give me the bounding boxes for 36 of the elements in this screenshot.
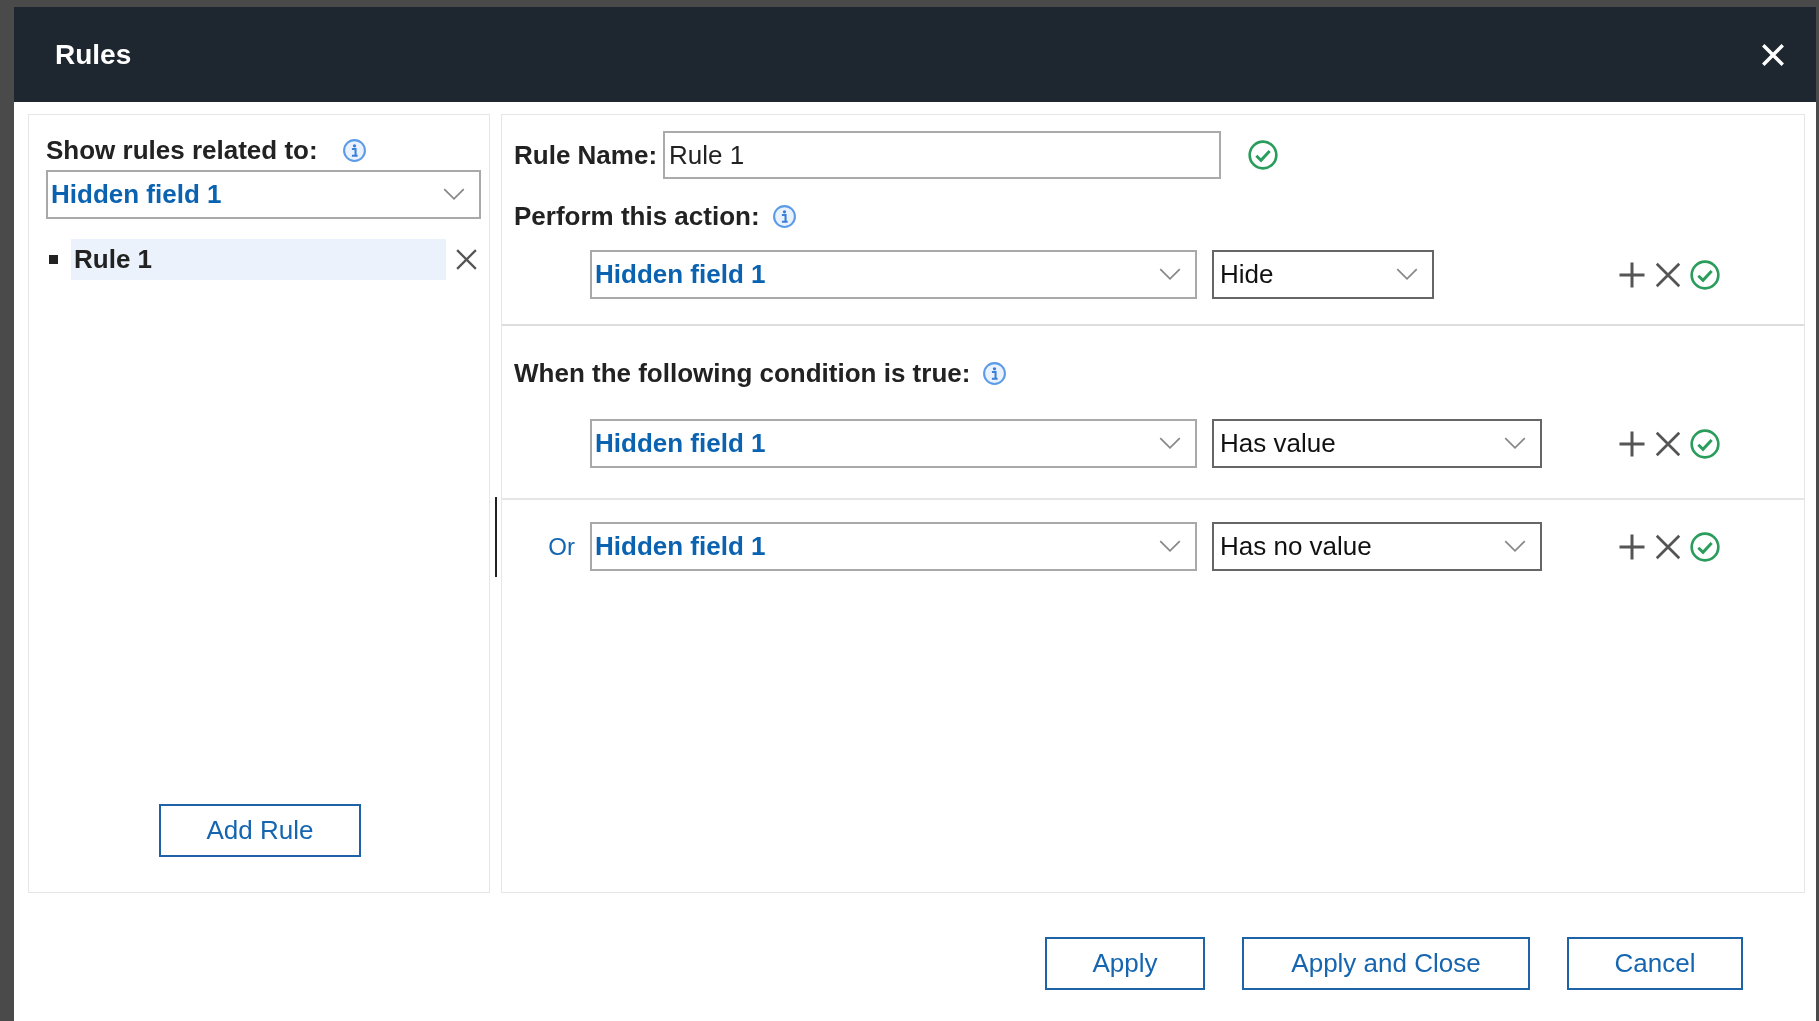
action-label: Perform this action:	[514, 201, 760, 232]
chevron-down-icon	[1504, 437, 1526, 450]
info-icon[interactable]	[341, 138, 367, 163]
rule-list-item[interactable]: Rule 1	[71, 239, 446, 280]
chevron-down-icon	[1159, 540, 1181, 553]
add-rule-button[interactable]: Add Rule	[159, 804, 361, 857]
dialog-button[interactable]: Apply	[1045, 937, 1205, 990]
rule-name-field[interactable]: Rule 1	[663, 131, 1222, 179]
operator-dropdown[interactable]: Has value	[1212, 419, 1542, 468]
dialog-title: Rules	[55, 38, 132, 71]
check-circle-icon[interactable]	[1689, 427, 1721, 460]
operator-dropdown[interactable]: Has no value	[1212, 522, 1542, 571]
check-circle-icon	[1247, 139, 1280, 171]
dialog-button[interactable]: Cancel	[1567, 937, 1743, 990]
condition-label: When the following condition is true:	[514, 358, 971, 389]
chevron-down-icon	[1159, 268, 1181, 281]
chevron-down-icon	[1504, 540, 1526, 553]
dialog-button[interactable]: Apply and Close	[1242, 937, 1530, 990]
filter-label: Show rules related to:	[46, 135, 318, 166]
close-icon[interactable]	[1760, 41, 1786, 68]
operator-dropdown[interactable]: Hide	[1212, 250, 1434, 299]
info-icon[interactable]	[982, 361, 1008, 386]
delete-icon[interactable]	[454, 247, 479, 272]
chevron-down-icon	[443, 188, 465, 201]
check-circle-icon[interactable]	[1689, 530, 1721, 563]
info-icon[interactable]	[771, 204, 797, 229]
check-circle-icon[interactable]	[1689, 258, 1721, 291]
field-dropdown[interactable]: Hidden field 1	[590, 522, 1197, 571]
field-dropdown[interactable]: Hidden field 1	[46, 170, 481, 219]
chevron-down-icon	[1396, 268, 1418, 281]
field-dropdown[interactable]: Hidden field 1	[590, 250, 1197, 299]
field-dropdown[interactable]: Hidden field 1	[590, 419, 1197, 468]
rule-name-label: Rule Name:	[514, 139, 658, 171]
connector-label: Or	[548, 532, 575, 560]
bullet-icon	[49, 255, 58, 264]
chevron-down-icon	[1159, 437, 1181, 450]
